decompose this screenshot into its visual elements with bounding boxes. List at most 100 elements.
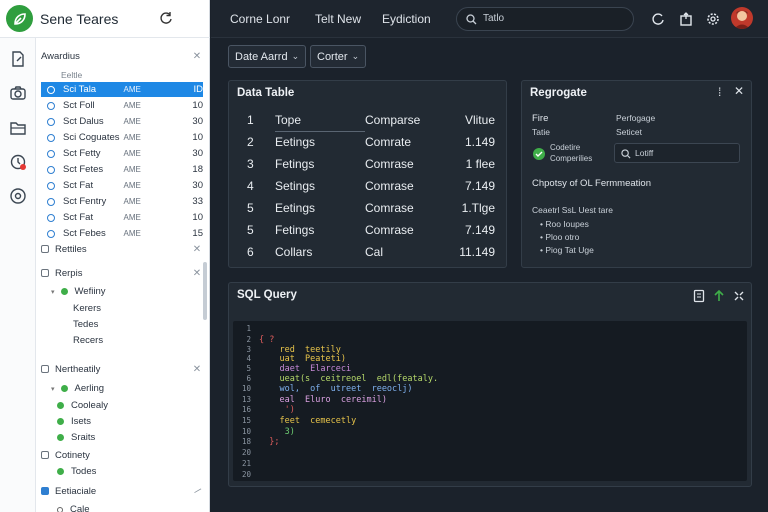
tree-subheading: Eeltle bbox=[61, 69, 83, 80]
section-header[interactable]: Awardius ✕ bbox=[41, 48, 203, 64]
section-icon bbox=[41, 245, 49, 253]
run-arrow-icon[interactable] bbox=[713, 289, 725, 303]
bullet-item: • Ploo otro bbox=[540, 232, 580, 242]
field-label: Perfogage bbox=[616, 113, 656, 123]
section-label: Awardius bbox=[41, 50, 80, 62]
section-icon bbox=[41, 487, 49, 495]
list-item[interactable]: Coolealy bbox=[57, 398, 108, 413]
table-row[interactable]: 5 Fetings Comrase 7.149 bbox=[237, 219, 501, 241]
chevron-down-icon: ▾ bbox=[51, 385, 55, 393]
list-item[interactable]: Isets bbox=[57, 414, 91, 429]
table-icon bbox=[47, 213, 55, 222]
avatar[interactable] bbox=[731, 7, 753, 29]
table-row[interactable]: Sct Fetty AME 30 bbox=[41, 146, 203, 161]
table-icon bbox=[47, 117, 55, 126]
table-row[interactable]: 6 Collars Cal 11.149 bbox=[237, 241, 501, 263]
more-icon[interactable]: ⁞ bbox=[718, 85, 721, 99]
table-row[interactable]: Sct Fat AME 30 bbox=[41, 178, 203, 193]
table-row[interactable]: Sct Fentry AME 33 bbox=[41, 194, 203, 209]
section-header[interactable]: Rettiles ✕ bbox=[41, 241, 203, 257]
table-row[interactable]: Sct Febes AME 15 bbox=[41, 226, 203, 241]
list-item[interactable]: Recers bbox=[73, 333, 103, 348]
sql-editor[interactable]: 1 2 3 4 5 6 10 13 16 15 10 18 20 21 20 {… bbox=[233, 321, 747, 481]
section-header[interactable]: Rerpis ✕ bbox=[41, 265, 203, 281]
date-dropdown[interactable]: Date Aarrd ⌄ bbox=[228, 45, 307, 68]
code-line: }; bbox=[259, 437, 280, 447]
list-item[interactable]: Tedes bbox=[73, 317, 98, 332]
sidebar-scrollbar[interactable] bbox=[203, 262, 207, 320]
refresh-icon[interactable] bbox=[159, 11, 173, 25]
line-number: 2 bbox=[246, 335, 251, 344]
close-icon[interactable]: ✕ bbox=[191, 51, 203, 62]
close-icon[interactable]: ✕ bbox=[191, 244, 203, 255]
close-icon[interactable]: ✕ bbox=[734, 84, 744, 98]
camera-button[interactable] bbox=[7, 82, 29, 104]
panel-title: Regrogate bbox=[530, 87, 587, 99]
code-line: feet cemecetly bbox=[259, 416, 357, 426]
table-row[interactable]: Sct Dalus AME 30 bbox=[41, 114, 203, 129]
field-value: Tatie bbox=[532, 127, 550, 137]
list-item[interactable]: Todes bbox=[57, 464, 96, 479]
line-number: 10 bbox=[241, 384, 251, 393]
line-number: 18 bbox=[241, 437, 251, 446]
gear-icon[interactable] bbox=[705, 11, 721, 27]
new-file-button[interactable] bbox=[7, 48, 29, 70]
new-file-icon bbox=[12, 51, 24, 67]
table-row[interactable]: 2 Eetings Comrate 1.149 bbox=[237, 131, 501, 153]
line-number: 13 bbox=[241, 395, 251, 404]
line-number: 1 bbox=[246, 324, 251, 333]
history-button[interactable] bbox=[7, 151, 29, 173]
top-link-2[interactable]: Telt New bbox=[315, 12, 361, 26]
table-row[interactable]: 3 Fetings Comrase 1 flee bbox=[237, 153, 501, 175]
share-icon[interactable] bbox=[678, 11, 694, 27]
section-icon bbox=[41, 365, 49, 373]
search-input[interactable]: Tatlo bbox=[456, 7, 634, 31]
table-icon bbox=[47, 85, 55, 94]
settings-button[interactable] bbox=[7, 185, 29, 207]
table-row[interactable]: Sci Tala AME ID bbox=[41, 82, 203, 97]
refresh-icon[interactable] bbox=[650, 11, 666, 27]
app-logo[interactable] bbox=[6, 5, 33, 32]
table-icon bbox=[47, 101, 55, 110]
table-row[interactable]: Sci Coguates AME 10 bbox=[41, 130, 203, 145]
section-header[interactable]: Cotinety bbox=[41, 447, 203, 463]
table-row[interactable]: Sct Fat AME 10 bbox=[41, 210, 203, 225]
top-bar: Corne Lonr Telt New Eydiction Tatlo bbox=[211, 0, 768, 38]
header-cell[interactable]: 1 bbox=[237, 109, 275, 131]
status-dot bbox=[57, 434, 64, 441]
settings-circle-icon bbox=[10, 188, 26, 204]
schema-tree: Awardius ✕ Eeltle Sci Tala AME ID Sct Foll… bbox=[37, 38, 209, 512]
line-number: 15 bbox=[241, 416, 251, 425]
field-value: Seticet bbox=[616, 127, 642, 137]
edit-icon[interactable]: / bbox=[189, 483, 205, 499]
search-icon bbox=[466, 14, 477, 25]
copy-icon[interactable] bbox=[693, 289, 705, 303]
section-header[interactable]: Nertheatily ✕ bbox=[41, 361, 203, 377]
table-row[interactable]: Sct Fetes AME 18 bbox=[41, 162, 203, 177]
header-cell[interactable]: Vlitue bbox=[449, 109, 501, 131]
top-link-1[interactable]: Corne Lonr bbox=[230, 12, 290, 26]
list-item[interactable]: Kerers bbox=[73, 301, 101, 316]
expand-icon[interactable] bbox=[733, 290, 745, 302]
list-item[interactable]: ▾ Wefiiny bbox=[51, 284, 106, 299]
list-item[interactable]: Cale bbox=[57, 502, 90, 512]
list-item[interactable]: ▾ Aerling bbox=[51, 381, 104, 396]
status-dot bbox=[60, 288, 68, 295]
table-row[interactable]: 5 Eetings Comrase 1.Tlge bbox=[237, 197, 501, 219]
lookup-input[interactable]: Lotiff bbox=[614, 143, 740, 163]
list-item[interactable]: Sraits bbox=[57, 430, 95, 445]
top-link-3[interactable]: Eydiction bbox=[382, 12, 431, 26]
header-cell[interactable]: Tope bbox=[275, 109, 365, 132]
history-icon bbox=[10, 154, 26, 170]
icon-rail bbox=[0, 38, 36, 512]
section-icon bbox=[41, 269, 49, 277]
folder-button[interactable] bbox=[7, 117, 29, 139]
close-icon[interactable]: ✕ bbox=[191, 364, 203, 375]
header-cell[interactable]: Comparse bbox=[365, 109, 449, 131]
table-row[interactable]: Sct Foll AME 10 bbox=[41, 98, 203, 113]
sort-dropdown[interactable]: Corter ⌄ bbox=[310, 45, 367, 68]
close-icon[interactable]: ✕ bbox=[191, 268, 203, 279]
table-row[interactable]: 4 Setings Comrase 7.149 bbox=[237, 175, 501, 197]
section-header[interactable]: Eetiaciale / bbox=[41, 483, 203, 499]
line-number: 3 bbox=[246, 345, 251, 354]
